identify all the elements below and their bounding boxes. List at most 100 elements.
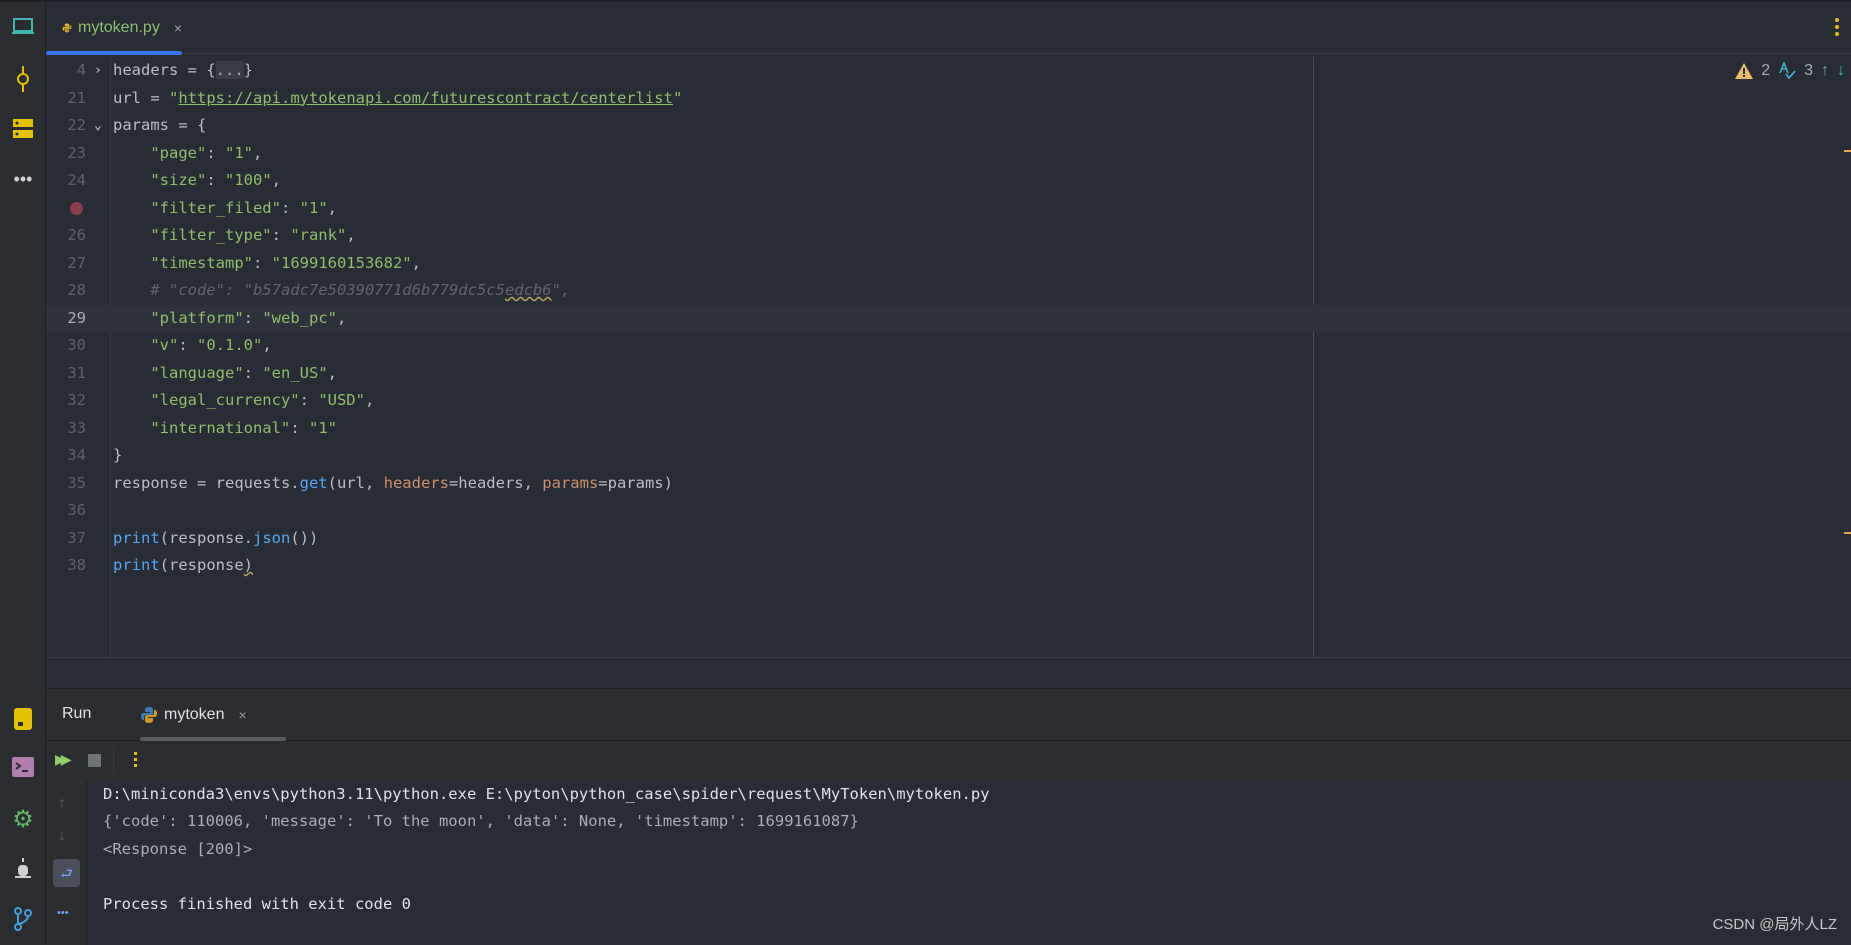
code-token: "international" [113, 418, 291, 437]
tab-options-more-icon[interactable] [1835, 18, 1841, 36]
code-line[interactable]: 23 "page": "1", [46, 140, 1851, 168]
code-text: "language": "en_US", [113, 360, 337, 388]
code-token: "v" [113, 336, 179, 354]
watermark: CSDN @局外人LZ [1712, 916, 1837, 933]
breakpoint-icon[interactable] [70, 201, 83, 215]
run-options-more-icon[interactable] [134, 752, 137, 767]
console-line: D:\miniconda3\envs\python3.11\python.exe… [103, 785, 990, 803]
code-line[interactable]: 21 url = "https://api.mytokenapi.com/futu… [46, 85, 1851, 113]
previous-highlight-arrow-icon[interactable]: ↑ [1821, 62, 1829, 80]
code-token: https://api.mytokenapi.com/futurescontra… [178, 88, 673, 107]
code-text: "timestamp": "1699160153682", [113, 250, 421, 278]
code-line[interactable]: 22 ⌄ params = { [46, 112, 1851, 140]
python-packages-icon[interactable] [8, 704, 38, 734]
code-line[interactable]: 30 "v": "0.1.0", [46, 332, 1851, 360]
stop-icon[interactable] [88, 754, 101, 767]
code-token: get [299, 473, 328, 492]
code-token: : [243, 308, 263, 327]
horizontal-scrollbar[interactable] [46, 657, 1851, 688]
typo-count: 3 [1804, 62, 1813, 79]
code-line[interactable]: 26 "filter_type": "rank", [46, 222, 1851, 250]
code-line[interactable]: 4 › headers = {...} [46, 57, 1851, 85]
code-token: "100" [225, 171, 272, 189]
code-token: ()) [290, 528, 319, 547]
code-line[interactable]: 28 # "code": "b57adc7e50390771d6b779dc5c… [46, 277, 1851, 305]
code-token: , [327, 363, 337, 382]
code-line[interactable]: "filter_filed": "1", [46, 195, 1851, 223]
code-token: , [346, 226, 356, 244]
code-token: , [262, 336, 272, 354]
code-line[interactable]: 31 "language": "en_US", [46, 360, 1851, 388]
code-line[interactable]: 32 "legal_currency": "USD", [46, 387, 1851, 415]
fold-toggle-icon[interactable]: › [94, 57, 102, 85]
code-token: ... [215, 61, 244, 79]
code-line[interactable]: 33 "international": "1" [46, 415, 1851, 443]
code-token: "language" [113, 363, 244, 382]
commit-icon[interactable] [8, 64, 38, 94]
code-token: "0.1.0" [197, 336, 263, 354]
code-token: "en_US" [262, 363, 328, 382]
code-token: "1" [225, 143, 253, 162]
code-line[interactable]: 36 [46, 497, 1851, 525]
next-highlight-arrow-icon[interactable]: ↓ [1837, 62, 1845, 80]
code-line[interactable]: 24 "size": "100", [46, 167, 1851, 195]
close-run-tab-icon[interactable]: × [238, 707, 246, 723]
services-gear-icon[interactable]: ⚙ [8, 804, 38, 834]
scroll-up-arrow-icon[interactable]: ↑ [58, 795, 66, 813]
code-token: json [253, 528, 291, 547]
code-token: } [243, 61, 253, 79]
soft-wrap-icon[interactable]: ⮐ [53, 859, 80, 887]
code-line[interactable]: 35 response = requests.get(url, headers=h… [46, 470, 1851, 498]
code-line[interactable]: 34} [46, 442, 1851, 470]
line-number: 38 [67, 556, 86, 574]
code-token: (response [159, 556, 244, 574]
code-token: : [271, 226, 291, 244]
code-text: "international": "1" [113, 415, 337, 443]
scrollbar-warning-mark[interactable] [1844, 532, 1851, 534]
inspection-widget[interactable]: 2 3 ↑ ↓ [1735, 62, 1851, 80]
code-line[interactable]: 27 "timestamp": "1699160153682", [46, 250, 1851, 278]
more-tools-icon[interactable]: ••• [8, 164, 38, 194]
more-actions-icon[interactable]: ••• [57, 907, 69, 919]
line-number: 31 [67, 363, 86, 382]
console-output[interactable]: D:\miniconda3\envs\python3.11\python.exe… [86, 781, 1851, 945]
code-line[interactable]: 38 print(response) [46, 552, 1851, 580]
run-tool-window: Run mytoken × ▶▶ ↑ ↓ ⮐ ••• D:\miniconda3… [46, 688, 1851, 945]
line-number: 24 [67, 171, 86, 189]
code-text: "page": "1", [113, 140, 262, 168]
structure-icon[interactable] [8, 114, 38, 144]
scroll-down-arrow-icon[interactable]: ↓ [58, 827, 66, 845]
git-branch-icon[interactable] [8, 904, 38, 934]
warning-count: 2 [1761, 62, 1771, 79]
project-icon[interactable] [8, 12, 38, 42]
run-title: Run [62, 705, 92, 722]
code-text: response = requests.get(url, headers=hea… [113, 470, 673, 498]
code-text: "v": "0.1.0", [113, 332, 272, 360]
code-area[interactable]: 4 › headers = {...} 21 url = "https://api.my… [46, 57, 1851, 657]
code-editor[interactable]: mytoken.py × 4 › headers = {...} 21 url = "h… [46, 2, 1851, 688]
problems-alarm-icon[interactable] [8, 854, 38, 884]
fold-toggle-icon[interactable]: ⌄ [94, 112, 102, 140]
terminal-icon[interactable] [8, 752, 38, 782]
run-toolbar: ▶▶ [46, 741, 346, 781]
rerun-icon[interactable]: ▶▶ [55, 751, 71, 768]
code-token: : [206, 143, 225, 162]
code-token: "rank" [290, 226, 347, 244]
code-token: , [336, 308, 347, 327]
code-token: =headers, [448, 473, 543, 492]
tab-mytoken-py[interactable]: mytoken.py × [46, 2, 182, 55]
python-icon [141, 707, 157, 723]
code-token: ) [243, 556, 254, 574]
line-number: 28 [67, 281, 86, 299]
scrollbar-warning-mark[interactable] [1844, 150, 1851, 152]
run-tab-mytoken[interactable]: mytoken × [130, 689, 306, 741]
code-token: : [299, 391, 319, 409]
line-number: 21 [67, 88, 86, 107]
code-token: # "code": "b57adc7e50390771d6b779dc5c5 [113, 281, 505, 299]
close-tab-icon[interactable]: × [174, 20, 182, 36]
run-tab-label: mytoken [164, 706, 225, 723]
code-text: params = { [113, 112, 206, 140]
code-line[interactable]: 37 print(response.json()) [46, 525, 1851, 553]
code-line[interactable]: 29 "platform": "web_pc", [46, 304, 1851, 332]
code-token: , [271, 171, 282, 189]
